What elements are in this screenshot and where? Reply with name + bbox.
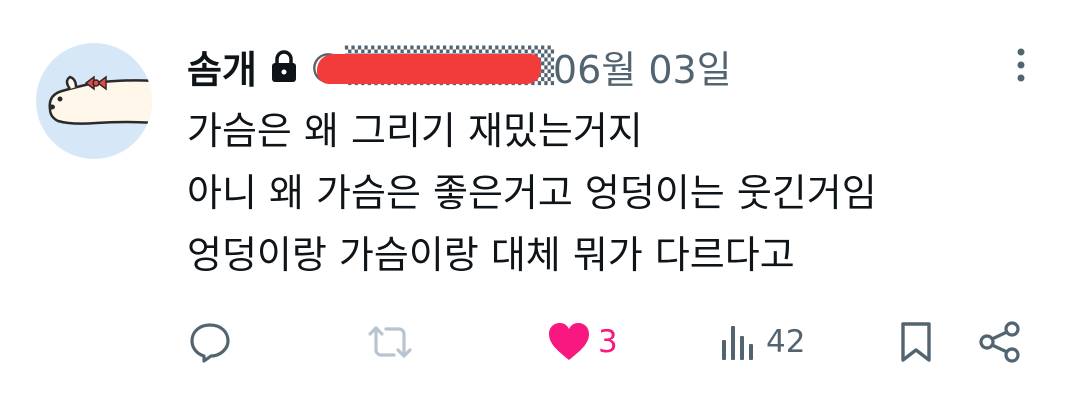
heart-icon bbox=[549, 323, 589, 360]
reply-icon bbox=[190, 323, 230, 363]
share-button[interactable] bbox=[976, 312, 1024, 372]
tweet-line: 가슴은 왜 그리기 재밌는거지 bbox=[187, 109, 643, 153]
more-vertical-icon[interactable] bbox=[1010, 44, 1032, 88]
view-count: 42 bbox=[766, 324, 806, 360]
lock-icon bbox=[269, 49, 299, 83]
tweet-line: 아니 왜 가슴은 좋은거고 엉덩이는 웃긴거임 bbox=[187, 171, 877, 215]
author-handle[interactable]: @▒▒▒▒▒▒▒▒ bbox=[311, 44, 554, 88]
tweet-header: 솜개 @▒▒▒▒▒▒▒▒ 06월 03일 bbox=[187, 36, 732, 96]
reply-button[interactable] bbox=[188, 312, 232, 372]
share-icon bbox=[979, 321, 1020, 363]
tweet-text: 가슴은 왜 그리기 재밌는거지 아니 왜 가슴은 좋은거고 엉덩이는 웃긴거임 … bbox=[187, 100, 877, 286]
tweet-date[interactable]: 06월 03일 bbox=[553, 39, 732, 94]
avatar[interactable] bbox=[36, 43, 152, 159]
redaction-mark bbox=[316, 54, 541, 84]
like-button[interactable]: 3 bbox=[546, 312, 618, 372]
retweet-icon bbox=[368, 326, 412, 358]
bookmark-button[interactable] bbox=[896, 312, 936, 372]
tweet-actions: 3 42 bbox=[0, 312, 1080, 372]
views-button[interactable]: 42 bbox=[720, 312, 805, 372]
retweet-button[interactable] bbox=[366, 312, 414, 372]
author-name[interactable]: 솜개 bbox=[187, 39, 257, 94]
bookmark-icon bbox=[901, 322, 931, 362]
tweet-line: 엉덩이랑 가슴이랑 대체 뭐가 다르다고 bbox=[187, 233, 795, 277]
like-count: 3 bbox=[598, 324, 618, 360]
views-chart-icon bbox=[722, 326, 753, 360]
dog-avatar-illustration bbox=[48, 75, 152, 125]
